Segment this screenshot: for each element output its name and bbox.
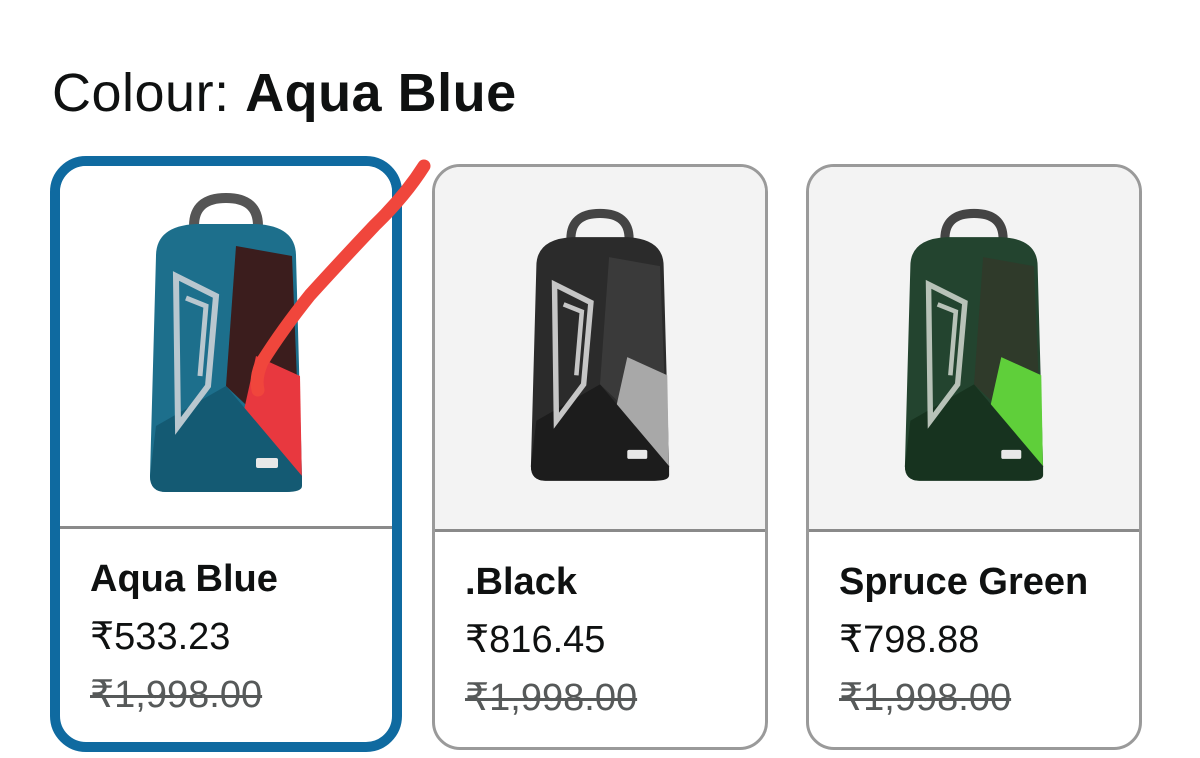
selected-colour-value: Aqua Blue bbox=[245, 63, 517, 123]
variant-image-area bbox=[435, 167, 765, 532]
backpack-image bbox=[904, 208, 1044, 481]
variant-image-area bbox=[809, 167, 1139, 532]
backpack-image bbox=[150, 192, 302, 492]
variant-price: ₹816.45 bbox=[465, 619, 606, 661]
variant-image-area bbox=[60, 166, 392, 529]
colour-label-prefix: Colour: bbox=[52, 63, 230, 123]
variant-info: .Black ₹816.45 ₹1,998.00 bbox=[435, 529, 765, 747]
variant-card-aqua-blue[interactable]: Aqua Blue ₹533.23 ₹1,998.00 bbox=[50, 156, 402, 752]
variant-info: Aqua Blue ₹533.23 ₹1,998.00 bbox=[60, 526, 392, 742]
backpack-image bbox=[530, 208, 670, 481]
variant-info: Spruce Green ₹798.88 ₹1,998.00 bbox=[809, 529, 1139, 747]
variant-mrp: ₹1,998.00 bbox=[465, 677, 638, 719]
variant-price: ₹533.23 bbox=[90, 616, 231, 658]
variant-card-black[interactable]: .Black ₹816.45 ₹1,998.00 bbox=[432, 164, 768, 750]
colour-label: Colour: Aqua Blue bbox=[52, 58, 517, 128]
variant-mrp: ₹1,998.00 bbox=[90, 674, 263, 716]
variant-mrp: ₹1,998.00 bbox=[839, 677, 1012, 719]
variant-card-spruce-green[interactable]: Spruce Green ₹798.88 ₹1,998.00 bbox=[806, 164, 1142, 750]
variant-name: Aqua Blue bbox=[90, 558, 278, 600]
variant-price: ₹798.88 bbox=[839, 619, 980, 661]
variant-name: .Black bbox=[465, 561, 577, 603]
variant-name: Spruce Green bbox=[839, 561, 1089, 603]
